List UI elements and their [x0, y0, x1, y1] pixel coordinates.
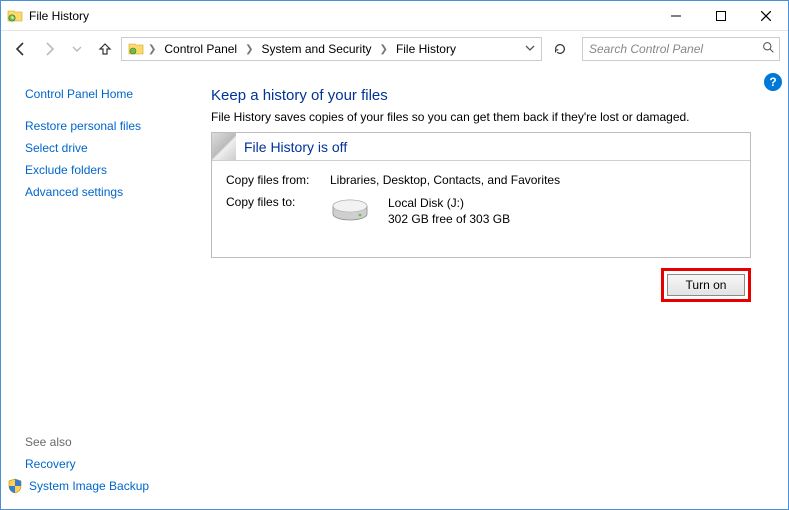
main-content: Keep a history of your files File Histor… — [211, 67, 788, 509]
page-heading: Keep a history of your files — [211, 87, 770, 104]
body: ? Control Panel Home Restore personal fi… — [1, 67, 788, 509]
hard-drive-icon — [330, 196, 370, 226]
see-also-recovery[interactable]: Recovery — [25, 453, 199, 475]
highlight-box: Turn on — [661, 268, 751, 302]
maximize-button[interactable] — [698, 1, 743, 30]
window-controls — [653, 1, 788, 30]
titlebar: File History — [1, 1, 788, 31]
sidebar-link-advanced-settings[interactable]: Advanced settings — [25, 181, 199, 203]
sidebar: Control Panel Home Restore personal file… — [1, 67, 211, 509]
sidebar-link-restore[interactable]: Restore personal files — [25, 115, 199, 137]
panel-thumb-icon — [212, 133, 236, 160]
chevron-right-icon: ❯ — [146, 44, 158, 55]
file-history-window: File History — [0, 0, 789, 510]
nav-forward-button[interactable] — [37, 37, 61, 61]
see-also-system-image-backup[interactable]: System Image Backup — [29, 475, 149, 497]
sidebar-link-exclude-folders[interactable]: Exclude folders — [25, 159, 199, 181]
address-dropdown-icon[interactable] — [521, 42, 539, 56]
chevron-right-icon: ❯ — [243, 44, 255, 55]
nav-back-button[interactable] — [9, 37, 33, 61]
shield-icon — [7, 478, 23, 494]
drive-name: Local Disk (J:) — [388, 195, 510, 211]
sidebar-link-select-drive[interactable]: Select drive — [25, 137, 199, 159]
breadcrumb-control-panel[interactable]: Control Panel — [158, 38, 243, 60]
chevron-right-icon: ❯ — [378, 44, 390, 55]
sidebar-home-link[interactable]: Control Panel Home — [25, 83, 199, 115]
breadcrumb-file-history[interactable]: File History — [390, 38, 462, 60]
status-panel: File History is off Copy files from: Lib… — [211, 132, 751, 258]
panel-header: File History is off — [212, 133, 750, 161]
window-title: File History — [29, 9, 653, 23]
copy-to-label: Copy files to: — [226, 195, 330, 227]
page-description: File History saves copies of your files … — [211, 110, 770, 124]
minimize-button[interactable] — [653, 1, 698, 30]
search-box[interactable] — [582, 37, 780, 61]
refresh-button[interactable] — [548, 37, 572, 61]
nav-up-button[interactable] — [93, 37, 117, 61]
see-also-heading: See also — [25, 427, 199, 453]
panel-status-text: File History is off — [244, 139, 347, 155]
navigation-bar: ❯ Control Panel ❯ System and Security ❯ … — [1, 31, 788, 67]
action-row: Turn on — [211, 268, 751, 302]
address-bar[interactable]: ❯ Control Panel ❯ System and Security ❯ … — [121, 37, 542, 61]
search-icon — [762, 41, 775, 57]
copy-from-value: Libraries, Desktop, Contacts, and Favori… — [330, 173, 736, 187]
breadcrumb-system-security[interactable]: System and Security — [256, 38, 378, 60]
nav-recent-dropdown[interactable] — [65, 37, 89, 61]
turn-on-button[interactable]: Turn on — [667, 274, 745, 296]
panel-body: Copy files from: Libraries, Desktop, Con… — [212, 161, 750, 257]
drive-text: Local Disk (J:) 302 GB free of 303 GB — [388, 195, 510, 227]
search-input[interactable] — [587, 41, 762, 57]
file-history-app-icon — [7, 8, 23, 24]
copy-from-label: Copy files from: — [226, 173, 330, 187]
address-folder-icon — [126, 39, 146, 59]
close-button[interactable] — [743, 1, 788, 30]
drive-free-space: 302 GB free of 303 GB — [388, 211, 510, 227]
drive-row: Local Disk (J:) 302 GB free of 303 GB — [330, 195, 736, 227]
